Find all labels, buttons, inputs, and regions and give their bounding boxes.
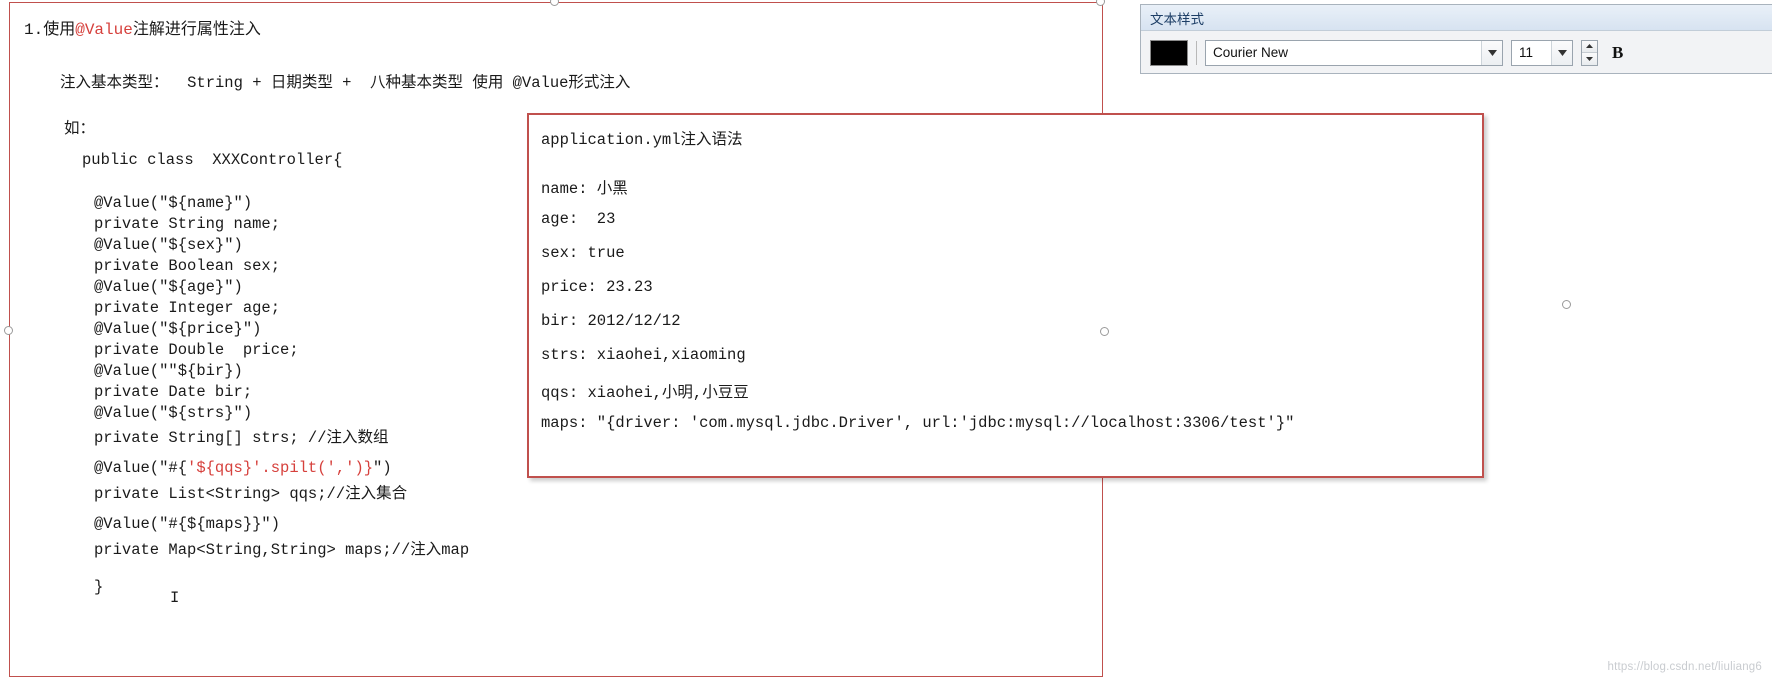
slide-heading-prefix: 1.使用 [24,21,76,39]
text-style-panel-body: Courier New 11 B [1141,31,1772,74]
example-label: 如： [64,120,96,138]
code-line-value-price: @Value("${price}") [94,320,262,338]
watermark: https://blog.csdn.net/liuliang6 [1607,661,1762,673]
code-line-field-age: private Integer age; [94,299,281,317]
code-line-value-strs: @Value("${strs}") [94,404,253,422]
font-size-stepper[interactable] [1581,39,1598,66]
selection-handle-left[interactable] [4,326,13,335]
code-line-value-sex: @Value("${sex}") [94,236,243,254]
code-line-field-bir: private Date bir; [94,383,253,401]
selection-handle-top-right[interactable] [1096,0,1105,6]
yml-line-name: name: 小黑 [541,180,628,198]
yml-line-sex: sex: true [541,244,625,262]
code-qqs-red: '${qqs}'.spilt(',')} [187,459,374,477]
code-qqs-suffix: ") [373,459,392,477]
code-line-value-age: @Value("${age}") [94,278,243,296]
code-line-caret: I [170,589,180,607]
code-line-field-price: private Double price; [94,341,299,359]
code-line-close-brace: } [94,578,104,596]
code-line-field-qqs: private List<String> qqs;//注入集合 [94,485,408,503]
yml-title: application.yml注入语法 [541,131,743,149]
yml-box-handle[interactable] [1100,327,1109,336]
code-line-field-sex: private Boolean sex; [94,257,281,275]
chevron-down-icon[interactable] [1551,40,1572,65]
code-line-value-bir: @Value(""${bir}) [94,362,243,380]
text-style-panel-titlebar: 文本样式 [1141,5,1772,31]
bold-button[interactable]: B [1606,43,1629,63]
toolbar-divider [1196,40,1197,65]
slide-subtitle: 注入基本类型： String + 日期类型 + 八种基本类型 使用 @Value… [60,74,631,92]
yml-line-maps: maps: "{driver: 'com.mysql.jdbc.Driver',… [541,414,1295,432]
code-line-value-qqs: @Value("#{'${qqs}'.spilt(',')}") [94,459,392,477]
chevron-down-icon[interactable] [1582,53,1597,65]
font-family-combobox[interactable]: Courier New [1205,39,1503,66]
code-line-value-name: @Value("${name}") [94,194,253,212]
font-size-value: 11 [1519,45,1534,60]
code-line-field-strs: private String[] strs; //注入数组 [94,429,389,447]
text-style-panel-title: 文本样式 [1150,11,1204,27]
yml-line-bir: bir: 2012/12/12 [541,312,681,330]
yml-line-price: price: 23.23 [541,278,653,296]
code-line-field-maps: private Map<String,String> maps;//注入map [94,541,470,559]
slide-canvas: 1.使用@Value注解进行属性注入 注入基本类型： String + 日期类型… [0,0,1772,677]
font-family-value: Courier New [1213,45,1289,60]
slide-heading-suffix: 注解进行属性注入 [132,21,261,39]
code-line-value-maps: @Value("#{${maps}}") [94,515,281,533]
selection-handle-right[interactable] [1562,300,1571,309]
yml-line-qqs: qqs: xiaohei,小明,小豆豆 [541,384,749,402]
chevron-up-icon[interactable] [1582,40,1597,53]
font-color-swatch[interactable] [1150,39,1188,66]
code-line-field-name: private String name; [94,215,281,233]
slide-heading: 1.使用@Value注解进行属性注入 [24,15,261,39]
text-style-panel: 文本样式 Courier New 11 B [1140,4,1772,74]
chevron-down-icon[interactable] [1481,40,1502,65]
yml-line-strs: strs: xiaohei,xiaoming [541,346,746,364]
code-qqs-prefix: @Value("#{ [94,459,188,477]
yml-line-age: age: 23 [541,210,616,228]
yml-callout-box[interactable]: application.yml注入语法 name: 小黑 age: 23 sex… [527,113,1484,478]
slide-heading-at-value: @Value [75,21,133,39]
font-size-combobox[interactable]: 11 [1511,39,1573,66]
code-line-class-decl: public class XXXController{ [82,151,343,169]
